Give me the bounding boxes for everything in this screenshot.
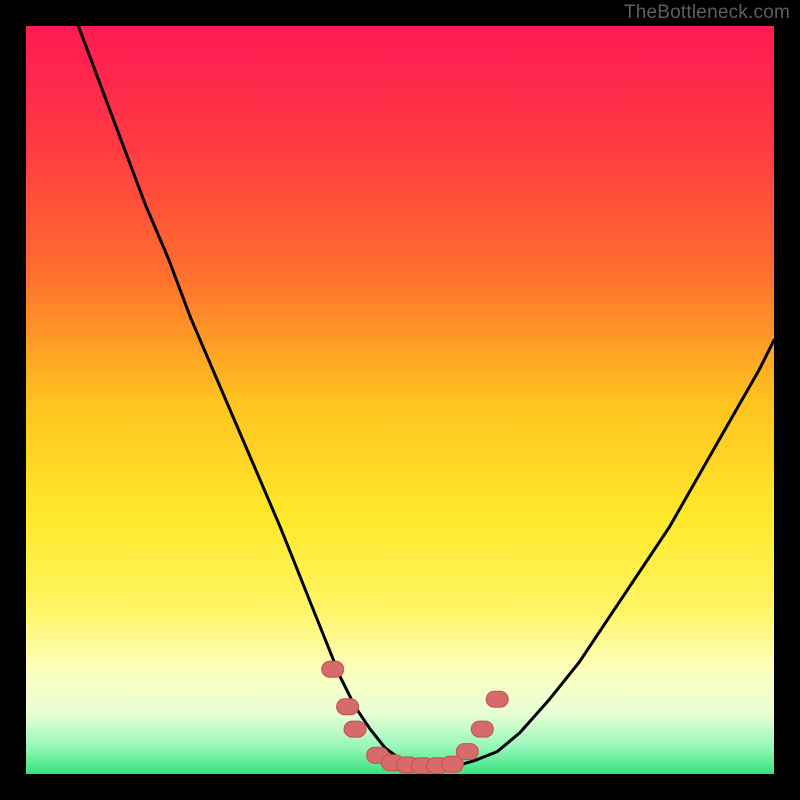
curve-marker	[471, 721, 493, 737]
curve-marker	[456, 744, 478, 760]
curve-marker	[344, 721, 366, 737]
chart-frame: TheBottleneck.com	[0, 0, 800, 800]
chart-background	[26, 26, 774, 774]
curve-marker	[337, 699, 359, 715]
curve-marker	[486, 691, 508, 707]
curve-marker	[322, 661, 344, 677]
watermark-text: TheBottleneck.com	[624, 2, 790, 24]
bottleneck-chart	[26, 26, 774, 774]
